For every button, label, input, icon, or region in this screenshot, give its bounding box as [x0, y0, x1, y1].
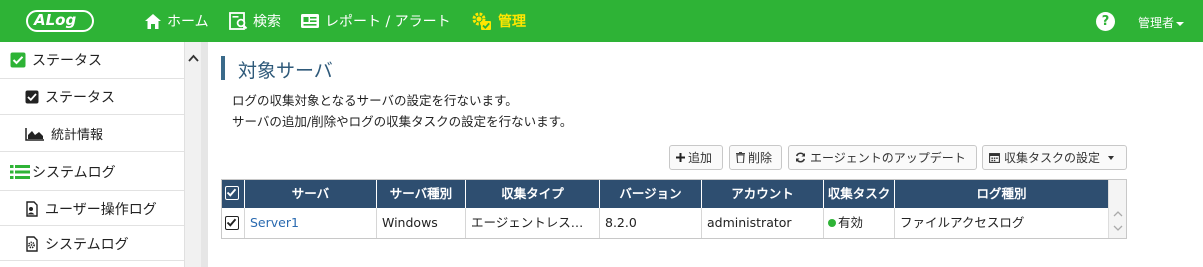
column-header-server-type[interactable]: サーバ種別 — [377, 180, 466, 208]
search-doc-icon — [229, 12, 248, 30]
server-type-cell: Windows — [377, 208, 466, 238]
sidebar-scrollbar[interactable] — [184, 42, 201, 267]
report-icon — [301, 14, 319, 28]
calendar-icon — [989, 153, 1000, 163]
nav-report-label: レポート / アラート — [325, 14, 451, 30]
column-header-account[interactable]: アカウント — [702, 180, 824, 208]
select-all-cell — [222, 180, 245, 208]
chevron-up-icon[interactable] — [185, 52, 202, 65]
title-accent-bar — [221, 56, 225, 80]
collect-task-cell: 有効 — [824, 208, 895, 238]
nav-search-label: 検索 — [253, 14, 281, 30]
nav-report-alert[interactable]: レポート / アラート — [300, 0, 451, 42]
log-type-cell: ファイルアクセスログ — [900, 215, 1025, 230]
chevron-down-icon[interactable] — [1109, 224, 1127, 234]
trash-icon — [736, 152, 745, 163]
user-menu[interactable]: 管理者 — [1138, 14, 1185, 31]
nav-admin-label: 管理 — [498, 14, 526, 30]
agent-update-button[interactable]: エージェントのアップデート — [788, 145, 977, 170]
table-scrollbar[interactable] — [1108, 180, 1126, 238]
table-row[interactable]: Server1 Windows エージェントレス… 8.2.0 administ… — [222, 208, 1108, 238]
row-select-cell — [222, 208, 245, 238]
column-header-collect-type[interactable]: 収集タイプ — [466, 180, 600, 208]
logo-text: ALog — [34, 11, 77, 29]
plus-icon — [676, 153, 685, 162]
page-description-1: ログの収集対象となるサーバの設定を行ないます。 — [232, 93, 518, 108]
sidebar-item-label: ステータス — [45, 90, 115, 106]
area-chart-icon — [25, 127, 44, 141]
chevron-down-icon — [1176, 21, 1185, 26]
collect-task-status: 有効 — [838, 215, 864, 230]
sidebar-item-status-group[interactable]: ステータス — [0, 42, 184, 79]
sidebar-item-label: システムログ — [32, 164, 116, 181]
server-name-link[interactable]: Server1 — [245, 208, 377, 238]
add-button-label: 追加 — [688, 151, 713, 165]
table-header: サーバ サーバ種別 収集タイプ バージョン アカウント 収集タスク ログ種別 — [222, 180, 1108, 208]
sidebar-item-system-log[interactable]: システムログ — [0, 227, 184, 261]
sidebar-gutter — [201, 42, 208, 267]
alog-logo[interactable]: ALog — [26, 8, 96, 34]
delete-button-label: 削除 — [748, 151, 773, 165]
sidebar-item-user-operation-log[interactable]: ユーザー操作ログ — [0, 192, 184, 226]
page-title: 対象サーバ — [238, 60, 333, 82]
column-header-collect-task[interactable]: 収集タスク — [824, 180, 895, 208]
sidebar-item-label: 統計情報 — [51, 128, 104, 143]
help-icon[interactable]: ? — [1096, 12, 1115, 31]
gear-icon — [472, 12, 491, 30]
system-doc-icon — [26, 235, 38, 252]
list-icon — [10, 164, 30, 179]
collect-task-settings-dropdown[interactable]: 収集タスクの設定 — [982, 145, 1127, 170]
column-header-version[interactable]: バージョン — [600, 180, 702, 208]
check-square-icon — [25, 90, 39, 104]
nav-home-label: ホーム — [167, 14, 209, 30]
row-checkbox[interactable] — [225, 216, 239, 230]
add-button[interactable]: 追加 — [669, 145, 723, 170]
sidebar-item-label: システムログ — [45, 236, 129, 253]
sidebar-item-statistics[interactable]: 統計情報 — [0, 116, 184, 152]
column-header-server[interactable]: サーバ — [245, 180, 377, 208]
collect-type-cell: エージェントレス… — [466, 208, 600, 238]
account-cell: administrator — [702, 208, 824, 238]
column-header-log-type[interactable]: ログ種別 — [895, 180, 1108, 208]
chevron-down-icon — [1108, 155, 1115, 160]
page-description-2: サーバの追加/削除やログの収集タスクの設定を行ないます。 — [232, 114, 573, 129]
sidebar-item-status[interactable]: ステータス — [0, 80, 184, 115]
status-dot-icon — [828, 219, 836, 227]
select-all-checkbox[interactable] — [225, 186, 239, 200]
user-doc-icon — [26, 200, 38, 217]
sidebar-item-label: ユーザー操作ログ — [45, 201, 157, 218]
nav-admin[interactable]: 管理 — [471, 0, 526, 42]
collect-task-settings-label: 収集タスクの設定 — [1004, 151, 1101, 165]
sidebar-item-label: ステータス — [32, 53, 102, 69]
check-square-icon — [10, 52, 26, 68]
agent-update-label: エージェントのアップデート — [810, 151, 966, 165]
user-name: 管理者 — [1138, 16, 1175, 30]
nav-home[interactable]: ホーム — [144, 0, 209, 42]
version-cell: 8.2.0 — [600, 208, 702, 238]
refresh-icon — [795, 152, 806, 163]
top-bar: ALog ホーム 検索 レポート / アラート 管理 ? 管理者 — [0, 0, 1203, 42]
delete-button[interactable]: 削除 — [729, 145, 782, 170]
sidebar: ステータス ステータス 統計情報 システムログ ユーザー操作ログ システムログ — [0, 42, 184, 267]
chevron-up-icon[interactable] — [1109, 210, 1127, 220]
sidebar-item-system-log-group[interactable]: システムログ — [0, 153, 184, 191]
server-table: サーバ サーバ種別 収集タイプ バージョン アカウント 収集タスク ログ種別 S… — [221, 179, 1127, 239]
home-icon — [145, 13, 161, 29]
nav-search[interactable]: 検索 — [229, 0, 281, 42]
